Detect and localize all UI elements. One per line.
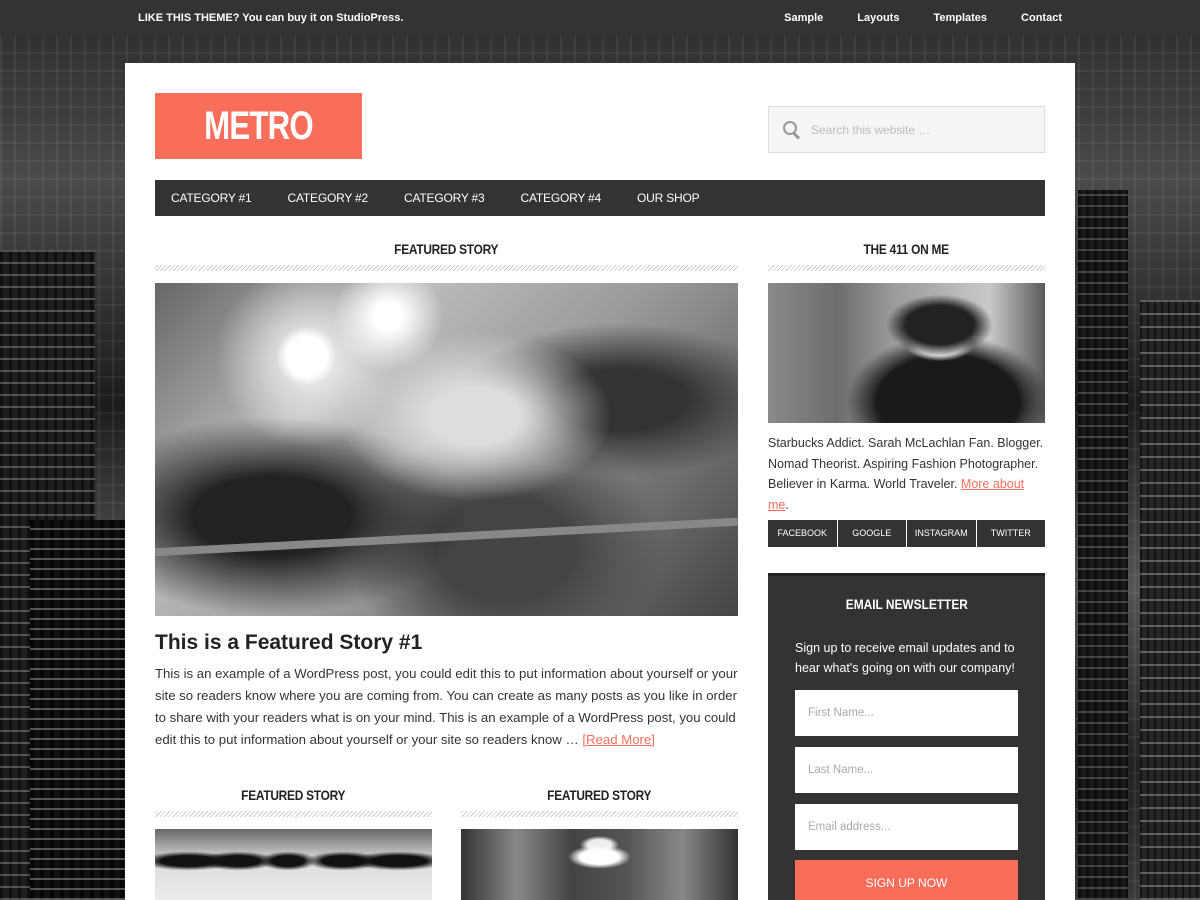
featured-story-heading-2-text: FEATURED STORY	[241, 787, 346, 803]
background-cityscape-right-outer	[1140, 300, 1200, 900]
featured-story-image[interactable]	[155, 283, 738, 616]
topnav-sample[interactable]: Sample	[784, 12, 823, 24]
featured-story-heading-3: FEATURED STORY	[461, 787, 738, 817]
top-bar: LIKE THIS THEME? You can buy it on Studi…	[0, 0, 1200, 37]
nav-category-3[interactable]: CATEGORY #3	[404, 191, 485, 205]
topnav-templates[interactable]: Templates	[933, 12, 987, 24]
featured-story-heading-text: FEATURED STORY	[394, 241, 499, 257]
last-name-field[interactable]	[795, 747, 1018, 793]
newsletter-title: EMAIL NEWSLETTER	[768, 596, 1045, 612]
top-navigation: Sample Layouts Templates Contact	[750, 12, 1062, 24]
about-heading: THE 411 ON ME	[768, 241, 1045, 271]
site-logo[interactable]: METRO PRO	[155, 93, 362, 214]
about-photo	[768, 283, 1045, 423]
social-links: FACEBOOK GOOGLE INSTAGRAM TWITTER	[768, 520, 1045, 547]
nav-category-1[interactable]: CATEGORY #1	[171, 191, 252, 205]
newsletter-title-text: EMAIL NEWSLETTER	[845, 596, 968, 612]
search-icon	[783, 120, 801, 139]
instagram-link[interactable]: INSTAGRAM	[907, 520, 977, 547]
nav-category-2[interactable]: CATEGORY #2	[288, 191, 369, 205]
search-input[interactable]	[811, 122, 1031, 137]
featured-story-heading-2: FEATURED STORY	[155, 787, 432, 817]
site-container: METRO PRO CATEGORY #1 CATEGORY #2 CATEGO…	[125, 63, 1075, 900]
about-period: .	[785, 497, 789, 512]
featured-story-image-3[interactable]	[461, 829, 738, 900]
topnav-contact[interactable]: Contact	[1021, 12, 1062, 24]
heading-divider	[155, 811, 432, 817]
read-more-link[interactable]: [Read More]	[582, 732, 655, 747]
facebook-link[interactable]: FACEBOOK	[768, 520, 838, 547]
heading-divider	[768, 265, 1045, 271]
email-newsletter-widget: EMAIL NEWSLETTER Sign up to receive emai…	[768, 573, 1045, 900]
main-navigation: CATEGORY #1 CATEGORY #2 CATEGORY #3 CATE…	[155, 180, 1045, 216]
search-box[interactable]	[768, 106, 1045, 153]
nav-category-4[interactable]: CATEGORY #4	[521, 191, 602, 205]
sign-up-button[interactable]: SIGN UP NOW	[795, 860, 1018, 900]
featured-post-excerpt: This is an example of a WordPress post, …	[155, 663, 745, 751]
featured-post-title[interactable]: This is a Featured Story #1	[155, 631, 422, 655]
nav-our-shop[interactable]: OUR SHOP	[637, 191, 700, 205]
featured-story-heading-3-text: FEATURED STORY	[547, 787, 652, 803]
topnav-layouts[interactable]: Layouts	[857, 12, 899, 24]
twitter-link[interactable]: TWITTER	[976, 520, 1045, 547]
promo-text[interactable]: LIKE THIS THEME? You can buy it on Studi…	[138, 12, 403, 24]
featured-story-heading: FEATURED STORY	[155, 241, 738, 271]
heading-divider	[461, 811, 738, 817]
background-cityscape-right	[1078, 190, 1128, 900]
newsletter-description: Sign up to receive email updates and to …	[795, 641, 1015, 675]
about-text-block: Starbucks Addict. Sarah McLachlan Fan. B…	[768, 433, 1045, 515]
google-link[interactable]: GOOGLE	[837, 520, 907, 547]
about-heading-text: THE 411 ON ME	[863, 241, 950, 257]
email-field[interactable]	[795, 804, 1018, 850]
heading-divider	[155, 265, 738, 271]
first-name-field[interactable]	[795, 690, 1018, 736]
featured-story-image-2[interactable]	[155, 829, 432, 900]
background-cityscape-left-lower	[30, 520, 125, 900]
